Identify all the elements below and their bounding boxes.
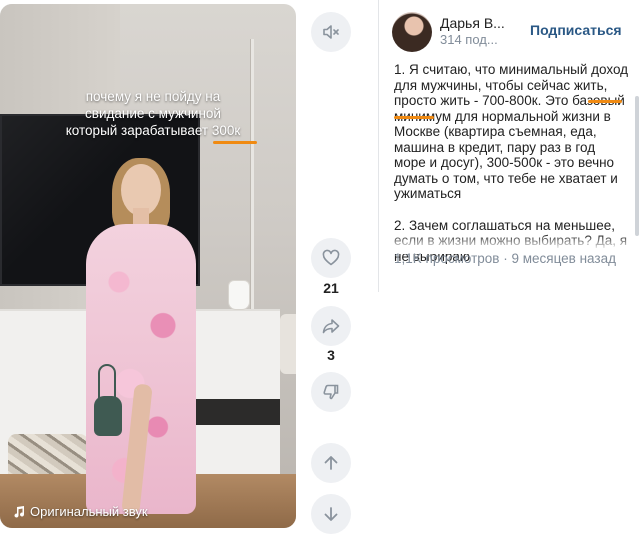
caption-line: который зарабатывает 300к [65, 123, 241, 138]
description-paragraph: 1. Я считаю, что минимальный доход для м… [394, 62, 629, 201]
like-button[interactable] [311, 238, 351, 278]
background-door [250, 39, 254, 349]
speaker-mute-icon [323, 25, 339, 39]
clip-stats: 1,1K просмотров · 9 месяцев назад [394, 251, 616, 266]
share-button[interactable] [311, 306, 351, 346]
caption-line: почему я не пойду на [85, 89, 221, 104]
thumbs-down-icon [323, 384, 339, 400]
like-count: 21 [323, 280, 339, 296]
heart-icon [322, 249, 340, 266]
caption-underline [213, 141, 257, 144]
fireplace [190, 399, 280, 425]
bag-strap [98, 364, 116, 400]
highlight-underline [588, 100, 622, 103]
mute-button[interactable] [311, 12, 351, 52]
share-count: 3 [327, 347, 335, 363]
subscribe-button[interactable]: Подписаться [530, 22, 622, 38]
subscriber-count: 314 под... [440, 32, 498, 47]
chair [280, 314, 296, 374]
clip-viewer: почему я не пойду на свидание с мужчиной… [0, 0, 640, 536]
dislike-button[interactable] [311, 372, 351, 412]
highlight-underline [394, 116, 434, 119]
music-note-icon [14, 505, 25, 518]
author-header: Дарья В... 314 под... Подписаться [392, 12, 640, 52]
previous-clip-button[interactable] [311, 443, 351, 483]
arrow-down-icon [324, 507, 338, 521]
original-sound-link[interactable]: Оригинальный звук [12, 504, 148, 519]
scrollbar[interactable] [635, 96, 639, 236]
handbag [94, 396, 122, 436]
video-player[interactable]: почему я не пойду на свидание с мужчиной… [0, 4, 296, 528]
sound-label: Оригинальный звук [30, 504, 148, 519]
vase [228, 280, 250, 310]
next-clip-button[interactable] [311, 494, 351, 534]
panel-divider [378, 0, 379, 292]
arrow-up-icon [324, 456, 338, 470]
video-caption: почему я не пойду на свидание с мужчиной… [48, 88, 258, 139]
share-arrow-icon [322, 319, 340, 334]
caption-line: свидание с мужчиной [85, 106, 221, 121]
avatar[interactable] [392, 12, 432, 52]
author-name[interactable]: Дарья В... [440, 15, 522, 31]
